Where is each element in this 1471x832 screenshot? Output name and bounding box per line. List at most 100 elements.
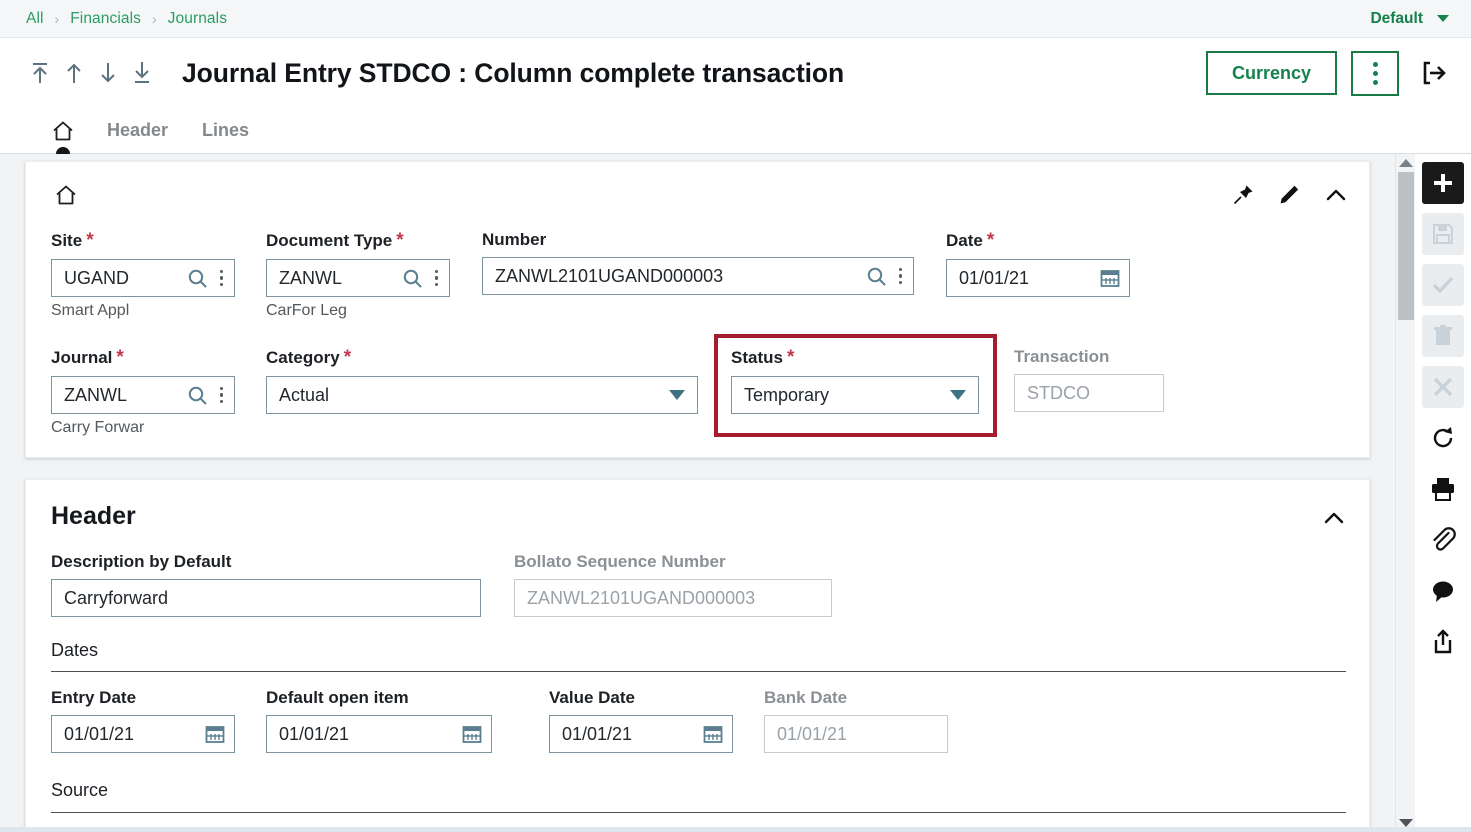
- comment-icon: [1433, 581, 1453, 602]
- chevron-down-icon[interactable]: [669, 390, 685, 400]
- last-record-icon[interactable]: [130, 58, 154, 88]
- tab-bar: Header Lines: [0, 108, 1471, 161]
- pin-icon[interactable]: [1231, 183, 1255, 207]
- description-input[interactable]: Carryforward: [51, 579, 481, 617]
- next-record-icon[interactable]: [96, 58, 120, 88]
- add-new-icon: [1434, 174, 1452, 192]
- add-new-button[interactable]: [1422, 162, 1464, 204]
- tab-lines[interactable]: Lines: [185, 108, 266, 154]
- number-input[interactable]: ZANWL2101UGAND000003: [482, 257, 914, 295]
- exit-button[interactable]: [1413, 52, 1455, 94]
- search-icon[interactable]: [866, 266, 887, 287]
- refresh-button[interactable]: [1422, 417, 1464, 459]
- delete-button: [1422, 315, 1464, 357]
- bottom-strip: [0, 827, 1471, 832]
- breadcrumb-item-all[interactable]: All: [26, 10, 44, 28]
- field-label: Bank Date: [764, 688, 848, 707]
- search-icon[interactable]: [187, 385, 208, 406]
- print-button[interactable]: [1422, 468, 1464, 510]
- share-export-icon: [1434, 629, 1452, 654]
- field-value: ZANWL2101UGAND000003: [495, 265, 724, 286]
- field-entry-date: Entry Date 01/01/21: [51, 688, 235, 753]
- more-options-icon: [1372, 61, 1378, 85]
- journal-input[interactable]: ZANWL: [51, 376, 235, 414]
- chevron-down-icon[interactable]: [950, 390, 966, 400]
- source-group-label: Source: [51, 780, 109, 800]
- more-options-icon[interactable]: [217, 268, 227, 289]
- first-record-icon[interactable]: [28, 58, 52, 88]
- search-icon[interactable]: [402, 268, 423, 289]
- document-type-input[interactable]: ZANWL: [266, 259, 450, 297]
- home-icon: [53, 121, 73, 140]
- field-transaction: Transaction STDCO: [1014, 347, 1164, 412]
- field-label: Default open item: [266, 688, 409, 707]
- entry-date-input[interactable]: 01/01/21: [51, 715, 235, 753]
- title-bar: Journal Entry STDCO : Column complete tr…: [0, 38, 1471, 108]
- vertical-scrollbar[interactable]: [1395, 154, 1415, 832]
- tab-header[interactable]: Header: [90, 108, 185, 154]
- save-icon: [1433, 224, 1453, 244]
- required-marker: *: [786, 347, 795, 368]
- value-date-input[interactable]: 01/01/21: [549, 715, 733, 753]
- tab-home[interactable]: [36, 108, 90, 161]
- breadcrumb-item-journals[interactable]: Journals: [168, 10, 227, 28]
- calendar-icon[interactable]: [1099, 267, 1121, 289]
- profile-selector[interactable]: Default: [1370, 10, 1471, 28]
- scrollbar-thumb[interactable]: [1398, 172, 1414, 320]
- field-value: 01/01/21: [562, 723, 633, 744]
- share-button[interactable]: [1422, 621, 1464, 663]
- dates-divider: [51, 671, 1346, 672]
- breadcrumb-bar: All › Financials › Journals Default: [0, 0, 1471, 38]
- search-icon[interactable]: [187, 268, 208, 289]
- calendar-icon[interactable]: [204, 723, 226, 745]
- field-date: Date * 01/01/21: [946, 230, 1130, 297]
- default-open-item-input[interactable]: 01/01/21: [266, 715, 492, 753]
- exit-icon: [1423, 61, 1446, 85]
- category-select[interactable]: Actual: [266, 376, 698, 414]
- date-input[interactable]: 01/01/21: [946, 259, 1130, 297]
- more-options-icon[interactable]: [217, 385, 227, 406]
- field-label: Status *: [731, 347, 795, 368]
- status-select[interactable]: Temporary: [731, 376, 979, 414]
- calendar-icon[interactable]: [702, 723, 724, 745]
- required-marker: *: [396, 230, 404, 251]
- chevron-up-icon[interactable]: [1321, 505, 1347, 531]
- chevron-down-icon[interactable]: [1437, 15, 1449, 22]
- site-input[interactable]: UGAND: [51, 259, 235, 297]
- field-label: Description by Default: [51, 552, 232, 571]
- field-value: Carryforward: [64, 587, 169, 608]
- previous-record-icon[interactable]: [62, 58, 86, 88]
- chevron-up-icon[interactable]: [1323, 182, 1349, 208]
- field-label: Date *: [946, 230, 995, 251]
- attachment-button[interactable]: [1422, 519, 1464, 561]
- field-label: Number: [482, 230, 547, 249]
- field-label: Category *: [266, 347, 352, 368]
- print-icon: [1432, 478, 1454, 501]
- title-actions: Currency: [1205, 50, 1471, 96]
- scroll-down-arrow[interactable]: [1398, 819, 1413, 827]
- card-home-icon[interactable]: [53, 182, 79, 213]
- field-value: ZANWL2101UGAND000003: [527, 587, 756, 608]
- more-options-icon[interactable]: [432, 268, 442, 289]
- cancel-button: [1422, 366, 1464, 408]
- comment-button[interactable]: [1422, 570, 1464, 612]
- currency-button[interactable]: Currency: [1205, 51, 1337, 95]
- profile-label[interactable]: Default: [1370, 10, 1423, 28]
- attachment-paperclip-icon: [1433, 527, 1456, 551]
- breadcrumb-item-financials[interactable]: Financials: [70, 10, 141, 28]
- scroll-up-arrow[interactable]: [1398, 159, 1413, 167]
- required-marker: *: [343, 347, 352, 368]
- edit-pencil-icon[interactable]: [1277, 183, 1301, 207]
- transaction-input: STDCO: [1014, 374, 1164, 412]
- more-options-icon[interactable]: [896, 266, 906, 287]
- more-options-button[interactable]: [1351, 50, 1399, 96]
- field-value-date: Value Date 01/01/21: [549, 688, 733, 753]
- field-label: Transaction: [1014, 347, 1110, 366]
- field-value: STDCO: [1027, 382, 1090, 403]
- refresh-icon: [1433, 427, 1453, 448]
- field-hint: Smart Appl: [51, 302, 130, 319]
- tab-label: Lines: [202, 120, 250, 140]
- calendar-icon[interactable]: [461, 723, 483, 745]
- field-label: Bollato Sequence Number: [514, 552, 726, 571]
- cancel-close-icon: [1433, 377, 1453, 397]
